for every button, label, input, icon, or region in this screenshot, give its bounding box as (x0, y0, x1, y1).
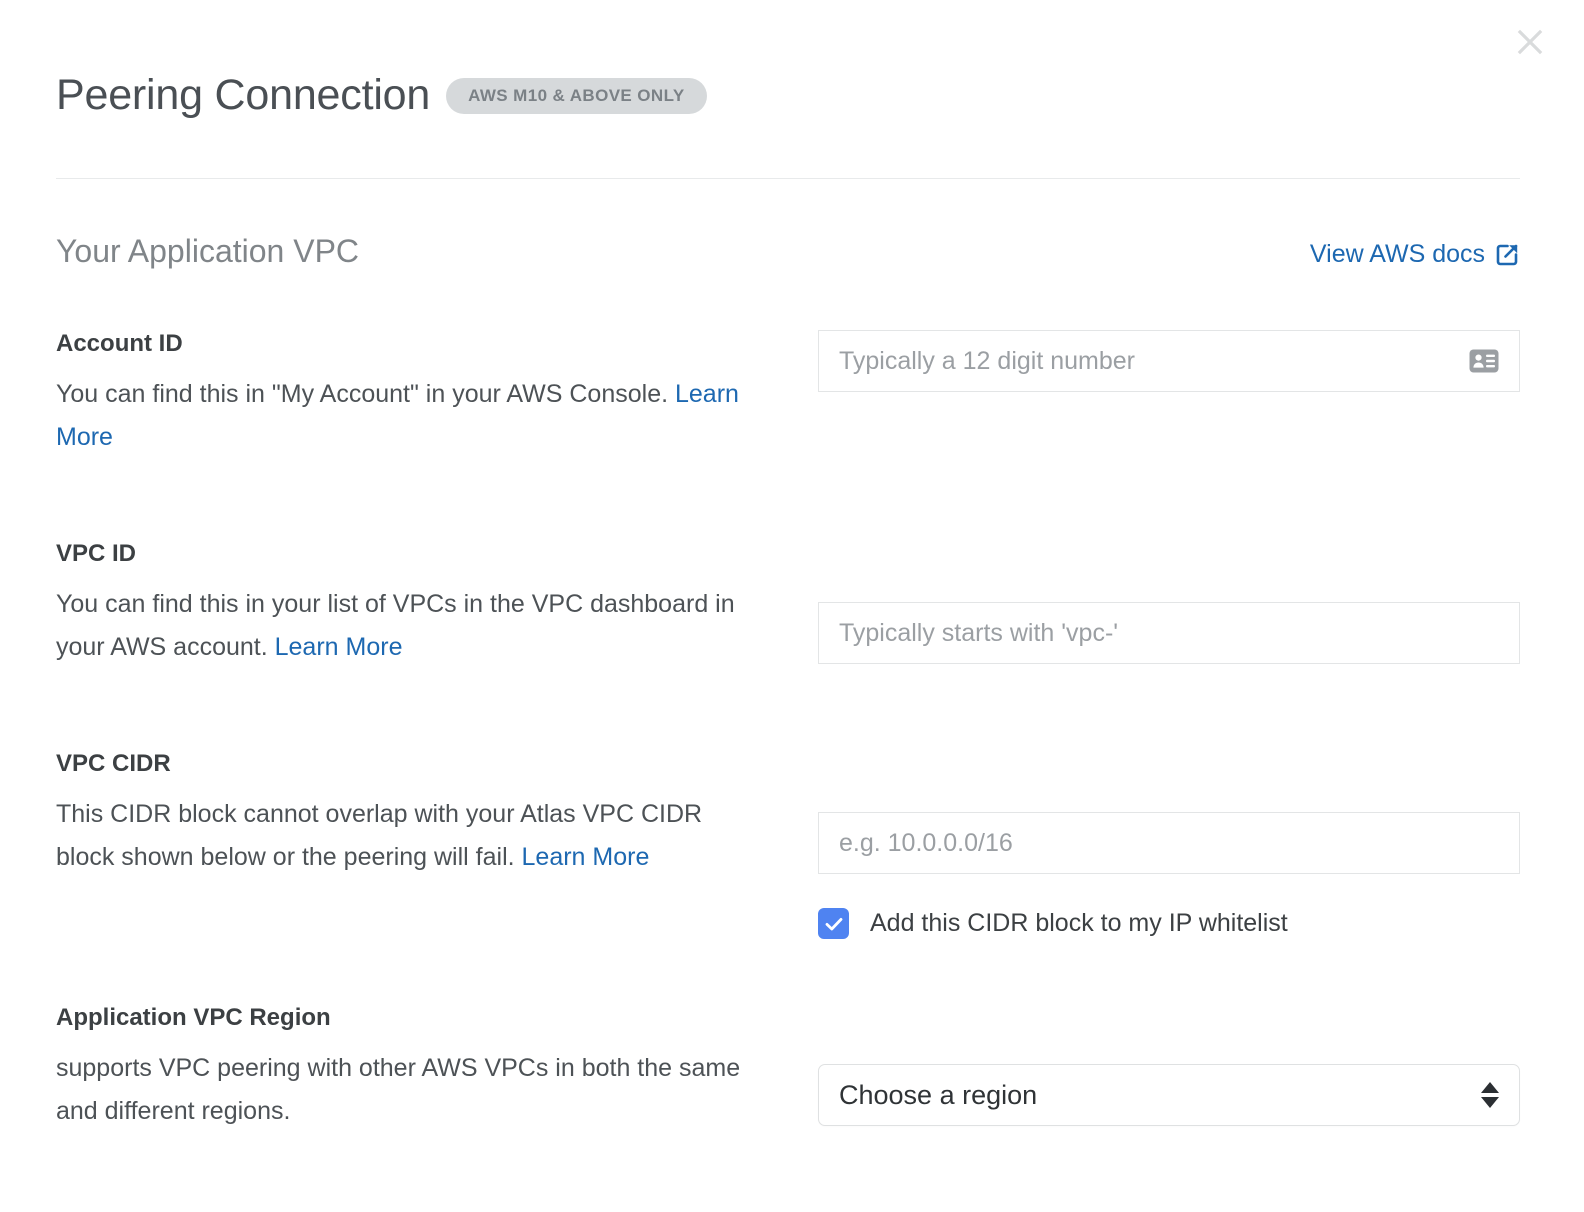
vpc-id-learn-more-link[interactable]: Learn More (275, 633, 403, 661)
vpc-cidr-input-block: e.g. 10.0.0.0/16 Add this CIDR block to … (818, 750, 1520, 939)
view-aws-docs-label: View AWS docs (1309, 240, 1485, 268)
view-aws-docs-link[interactable]: View AWS docs (1310, 240, 1520, 269)
field-row-account-id: Account ID You can find this in "My Acco… (56, 330, 1520, 459)
field-row-vpc-cidr: VPC CIDR This CIDR block cannot overlap … (56, 750, 1520, 939)
tier-badge: AWS M10 & ABOVE ONLY (446, 77, 707, 114)
account-id-description: You can find this in "My Account" in you… (56, 373, 746, 459)
ip-whitelist-checkbox-label: Add this CIDR block to my IP whitelist (870, 909, 1288, 937)
region-select-value: Choose a region (839, 1079, 1038, 1110)
dialog-header: Peering Connection AWS M10 & ABOVE ONLY (56, 74, 707, 117)
field-row-vpc-id: VPC ID You can find this in your list of… (56, 540, 1520, 669)
close-dialog-button[interactable] (1510, 22, 1550, 62)
account-id-input[interactable]: Typically a 12 digit number (818, 330, 1520, 392)
section-header: Your Application VPC View AWS docs (56, 232, 1520, 270)
region-select[interactable]: Choose a region (818, 1064, 1520, 1126)
vpc-cidr-input[interactable]: e.g. 10.0.0.0/16 (818, 812, 1520, 874)
field-row-vpc-region: Application VPC Region supports VPC peer… (56, 1004, 1520, 1133)
contact-card-icon (1469, 349, 1499, 373)
account-id-description-block: Account ID You can find this in "My Acco… (56, 330, 756, 459)
vpc-cidr-placeholder: e.g. 10.0.0.0/16 (839, 830, 1013, 856)
chevron-down-icon (1481, 1097, 1499, 1108)
account-id-description-text: You can find this in "My Account" in you… (56, 379, 675, 408)
vpc-cidr-description-block: VPC CIDR This CIDR block cannot overlap … (56, 750, 756, 879)
account-id-label: Account ID (56, 330, 183, 357)
ip-whitelist-checkbox[interactable] (818, 908, 849, 939)
chevron-up-icon (1481, 1082, 1499, 1093)
vpc-cidr-label: VPC CIDR (56, 750, 171, 777)
vpc-id-input[interactable]: Typically starts with 'vpc-' (818, 602, 1520, 664)
account-id-placeholder: Typically a 12 digit number (839, 348, 1135, 374)
vpc-id-label: VPC ID (56, 540, 137, 567)
header-divider (56, 178, 1520, 179)
vpc-id-input-block: Typically starts with 'vpc-' (818, 540, 1520, 664)
vpc-region-select-block: Choose a region (818, 1004, 1520, 1126)
vpc-region-label: Application VPC Region (56, 1004, 331, 1031)
vpc-region-description: supports VPC peering with other AWS VPCs… (56, 1053, 741, 1125)
check-icon (825, 917, 842, 930)
vpc-cidr-description: This CIDR block cannot overlap with your… (56, 793, 746, 879)
section-title: Your Application VPC (56, 233, 360, 269)
close-icon (1517, 29, 1543, 55)
vpc-id-description: You can find this in your list of VPCs i… (56, 583, 746, 669)
account-id-input-block: Typically a 12 digit number (818, 330, 1520, 392)
vpc-region-description-block: Application VPC Region supports VPC peer… (56, 1004, 756, 1133)
vpc-id-placeholder: Typically starts with 'vpc-' (839, 620, 1119, 646)
select-stepper-arrows-icon (1481, 1082, 1499, 1108)
external-link-icon (1496, 244, 1518, 265)
vpc-cidr-learn-more-link[interactable]: Learn More (522, 843, 650, 871)
vpc-id-description-block: VPC ID You can find this in your list of… (56, 540, 756, 669)
ip-whitelist-checkbox-row[interactable]: Add this CIDR block to my IP whitelist (818, 908, 1520, 939)
page-title: Peering Connection (56, 71, 431, 119)
